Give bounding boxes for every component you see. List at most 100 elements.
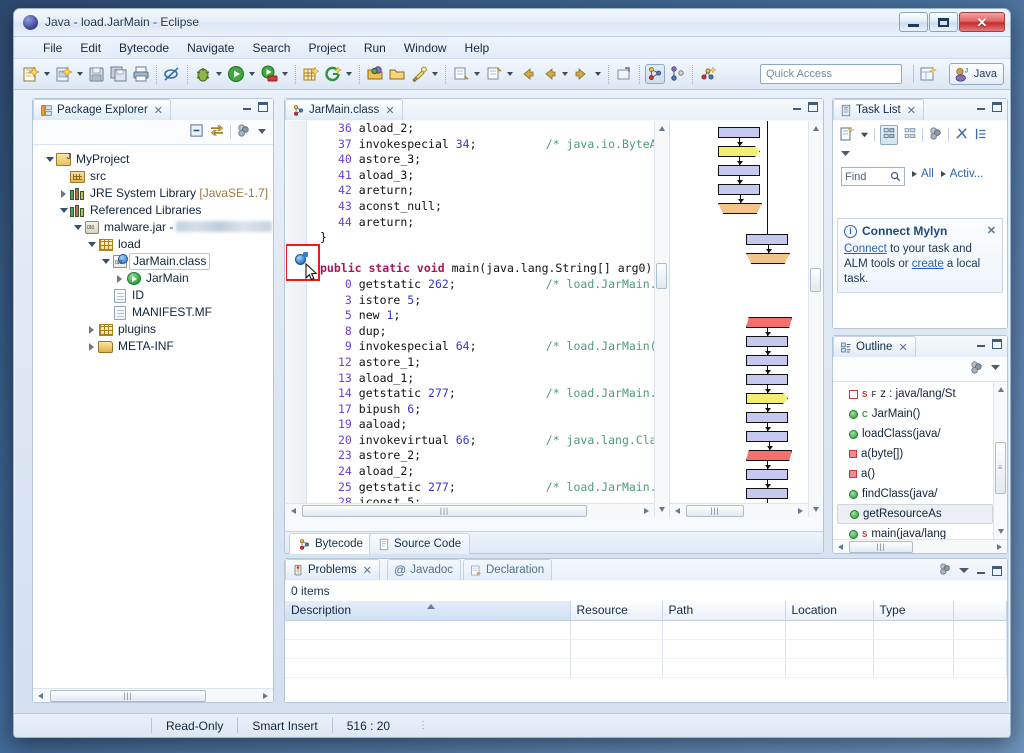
bytecode-outline-icon[interactable] xyxy=(645,64,665,84)
menu-item-run[interactable]: Run xyxy=(355,39,395,57)
analysis-icon[interactable] xyxy=(698,64,718,84)
graph-vscrollbar[interactable] xyxy=(808,121,822,517)
task-find-input[interactable]: Find xyxy=(841,167,905,186)
run-external-tools-icon[interactable] xyxy=(259,64,279,84)
editor-gutter[interactable] xyxy=(286,121,307,517)
search-icon[interactable] xyxy=(409,64,429,84)
graph-node-blue[interactable] xyxy=(718,165,760,176)
maximize-icon[interactable] xyxy=(992,566,1002,576)
close-icon[interactable]: ✕ xyxy=(154,104,163,117)
previous-annotation-icon[interactable] xyxy=(484,64,504,84)
expand-arrow-icon[interactable] xyxy=(57,208,70,213)
categorized-presentation-icon[interactable] xyxy=(880,125,898,145)
minimize-icon[interactable] xyxy=(792,102,802,112)
hscroll-thumb[interactable]: ||| xyxy=(302,505,587,517)
view-menu-chevron-icon[interactable] xyxy=(989,362,1002,376)
minimize-icon[interactable] xyxy=(976,339,986,349)
tree-item-jarmain[interactable]: JarMain xyxy=(39,270,273,287)
debug-icon[interactable] xyxy=(193,64,213,84)
maximize-icon[interactable] xyxy=(808,102,818,112)
tree-item-myproject[interactable]: MyProject xyxy=(39,151,273,168)
tab-jarmain-class[interactable]: JarMain.class ✕ xyxy=(285,99,403,120)
menu-item-window[interactable]: Window xyxy=(395,39,456,57)
new-wizard-icon[interactable] xyxy=(21,64,41,84)
restore-view-icon[interactable] xyxy=(614,64,634,84)
new-wizard-dropdown-icon[interactable] xyxy=(42,64,51,84)
tab-problems[interactable]: Problems ✕ xyxy=(285,559,380,580)
outline-hscrollbar[interactable]: ||| xyxy=(833,539,1007,553)
hscroll-thumb[interactable]: ||| xyxy=(686,505,744,517)
view-menu-icon[interactable] xyxy=(928,126,943,144)
scroll-left-button[interactable] xyxy=(834,540,847,553)
hscroll-thumb[interactable]: ||| xyxy=(849,541,913,553)
graph-node-blue[interactable] xyxy=(746,412,788,423)
maximize-icon[interactable] xyxy=(258,102,268,112)
column-header-resource[interactable]: Resource xyxy=(570,601,662,620)
previous-annotation-dropdown-icon[interactable] xyxy=(505,64,514,84)
graph-node-orange[interactable] xyxy=(746,253,790,264)
outline-item[interactable]: findClass(java/ xyxy=(837,484,993,504)
task-list-menu-chevron[interactable] xyxy=(833,145,1007,161)
graph-hscrollbar[interactable]: ||| xyxy=(670,503,808,517)
hscroll-thumb[interactable]: ||| xyxy=(50,690,206,702)
graph-node-yellow[interactable] xyxy=(746,393,788,404)
tree-item-plugins[interactable]: plugins xyxy=(39,321,273,338)
editor-hscrollbar[interactable]: ||| xyxy=(286,503,654,517)
close-icon[interactable]: ✕ xyxy=(907,104,916,117)
outline-item[interactable]: a(byte[]) xyxy=(837,444,993,464)
column-header-description[interactable]: Description xyxy=(285,601,570,620)
tree-item-meta-inf[interactable]: META-INF xyxy=(39,338,273,355)
open-resource-icon[interactable] xyxy=(387,64,407,84)
link-with-editor-icon[interactable] xyxy=(209,123,225,141)
debug-dropdown-icon[interactable] xyxy=(214,64,223,84)
tab-source-code[interactable]: Source Code xyxy=(369,533,470,554)
run-dropdown-icon[interactable] xyxy=(247,64,256,84)
scroll-up-button[interactable] xyxy=(994,383,1007,396)
scroll-right-button[interactable] xyxy=(259,689,272,702)
scheduled-presentation-icon[interactable] xyxy=(903,127,917,143)
graph-node-blue[interactable] xyxy=(746,488,788,499)
minimize-icon[interactable] xyxy=(976,102,986,112)
graph-node-red[interactable] xyxy=(746,317,792,328)
menu-item-project[interactable]: Project xyxy=(299,39,354,57)
search-dropdown-icon[interactable] xyxy=(430,64,439,84)
close-icon[interactable]: ✕ xyxy=(898,341,907,354)
scroll-down-button[interactable] xyxy=(994,525,1007,538)
scroll-left-button[interactable] xyxy=(287,504,300,517)
scroll-right-button[interactable] xyxy=(640,504,653,517)
toggle-breakpoint-icon[interactable] xyxy=(162,64,182,84)
back-history-icon[interactable] xyxy=(539,64,559,84)
tree-item-referenced-libraries[interactable]: Referenced Libraries xyxy=(39,202,273,219)
scroll-up-button[interactable] xyxy=(809,122,822,135)
column-header-type[interactable]: Type xyxy=(873,601,953,620)
collapse-all-icon[interactable] xyxy=(189,123,204,141)
perspective-java-button[interactable]: J Java xyxy=(949,63,1004,85)
menu-item-help[interactable]: Help xyxy=(456,39,499,57)
outline-item[interactable]: loadClass(java/ xyxy=(837,424,993,444)
control-flow-graph-area[interactable]: ||| xyxy=(669,121,822,517)
new-annotation-dropdown-icon[interactable] xyxy=(344,64,353,84)
graph-node-blue[interactable] xyxy=(746,336,788,347)
next-annotation-icon[interactable] xyxy=(451,64,471,84)
scroll-right-button[interactable] xyxy=(794,504,807,517)
print-icon[interactable] xyxy=(131,64,151,84)
filter-all[interactable]: All xyxy=(912,168,934,180)
column-header-location[interactable]: Location xyxy=(785,601,873,620)
run-icon[interactable] xyxy=(226,64,246,84)
view-menu-icon[interactable] xyxy=(938,562,952,579)
close-icon[interactable]: ✕ xyxy=(363,564,372,577)
expand-arrow-icon[interactable] xyxy=(113,275,126,283)
expand-arrow-icon[interactable] xyxy=(43,157,56,162)
outline-item[interactable]: a() xyxy=(837,464,993,484)
outline-item[interactable]: CJarMain() xyxy=(837,404,993,424)
bytecode-source[interactable]: 36 aload_2;37 invokespecial 34; /* java.… xyxy=(286,121,668,517)
new-java-class-dropdown-icon[interactable] xyxy=(75,64,84,84)
minimize-icon[interactable] xyxy=(242,102,252,112)
graph-node-blue[interactable] xyxy=(746,355,788,366)
focus-on-workweek-icon[interactable] xyxy=(954,126,969,144)
graph-node-blue[interactable] xyxy=(746,374,788,385)
tree-item-load[interactable]: load xyxy=(39,236,273,253)
create-link[interactable]: create xyxy=(912,258,944,270)
open-type-icon[interactable] xyxy=(365,64,385,84)
scroll-up-button[interactable] xyxy=(655,122,668,135)
